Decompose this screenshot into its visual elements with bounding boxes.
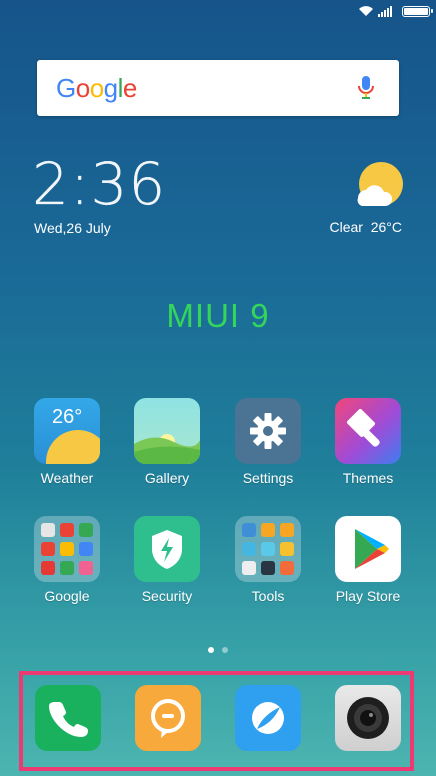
clock-date: Wed,26 July <box>34 220 111 236</box>
dock-browser[interactable] <box>235 685 301 751</box>
dock-messaging[interactable] <box>135 685 201 751</box>
weather-temperature: 26°C <box>370 219 402 235</box>
page-dot-1[interactable] <box>208 647 214 653</box>
weather-icon: 26° <box>34 398 100 464</box>
app-label: Security <box>141 588 193 604</box>
shield-icon <box>134 516 200 582</box>
battery-icon <box>402 6 433 17</box>
app-label: Google <box>44 588 90 604</box>
app-gallery[interactable]: Gallery <box>122 398 212 486</box>
camera-icon <box>347 697 389 739</box>
app-label: Settings <box>242 470 294 486</box>
dock-camera[interactable] <box>335 685 401 751</box>
paintbrush-icon <box>335 398 401 464</box>
folder-icon <box>34 516 100 582</box>
wifi-icon <box>359 6 373 16</box>
google-logo: Google <box>56 73 137 103</box>
folder-icon <box>235 516 301 582</box>
gallery-icon <box>134 398 200 464</box>
dock-phone[interactable] <box>35 685 101 751</box>
weather-summary[interactable]: Clear 26°C <box>329 219 402 235</box>
google-search-bar[interactable]: Google <box>37 60 399 116</box>
app-weather[interactable]: 26° Weather <box>22 398 112 486</box>
mic-icon[interactable] <box>357 75 375 101</box>
app-label: Play Store <box>335 588 401 604</box>
page-dot-2[interactable] <box>222 647 228 653</box>
app-themes[interactable]: Themes <box>323 398 413 486</box>
page-indicator[interactable] <box>0 640 436 658</box>
phone-icon <box>49 702 88 737</box>
app-tools-folder[interactable]: Tools <box>223 516 313 604</box>
app-label: Themes <box>342 470 394 486</box>
app-label: Gallery <box>144 470 190 486</box>
status-bar <box>0 0 436 24</box>
clock-time[interactable]: 2:36 <box>32 152 166 216</box>
message-icon <box>151 699 185 738</box>
signal-icon <box>378 6 392 17</box>
gear-icon <box>235 398 301 464</box>
browser-icon <box>252 702 284 734</box>
play-store-icon <box>335 516 401 582</box>
app-google-folder[interactable]: Google <box>22 516 112 604</box>
app-settings[interactable]: Settings <box>223 398 313 486</box>
sun-cloud-icon[interactable] <box>356 162 406 208</box>
app-label: Weather <box>40 470 94 486</box>
app-security[interactable]: Security <box>122 516 212 604</box>
app-label: Tools <box>251 588 285 604</box>
app-play-store[interactable]: Play Store <box>323 516 413 604</box>
brand-text: MIUI 9 <box>166 297 270 334</box>
weather-condition: Clear <box>329 219 363 235</box>
